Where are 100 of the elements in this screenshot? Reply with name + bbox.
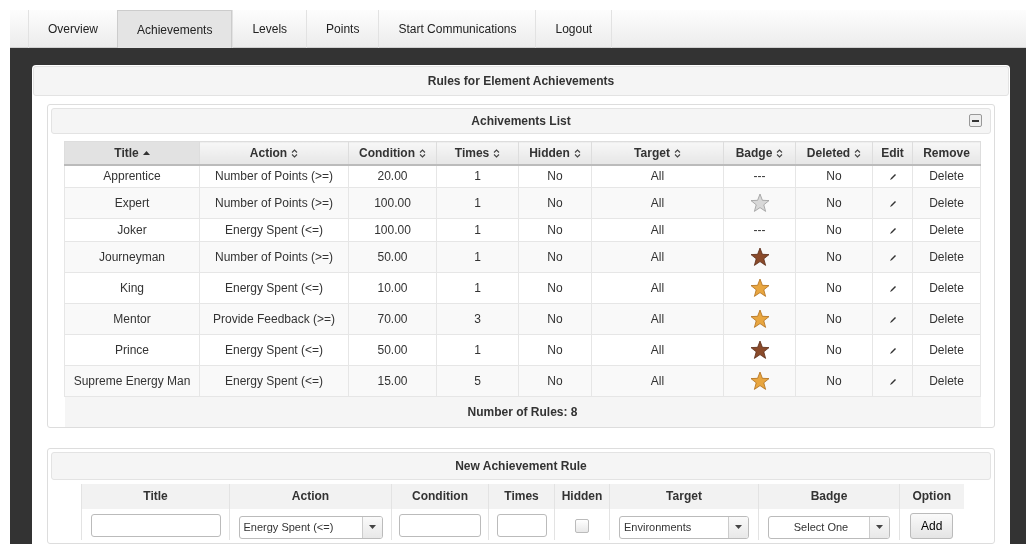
table-cell: Energy Spent (<=) <box>224 343 324 357</box>
table-cell: 50.00 <box>377 343 408 357</box>
minus-icon <box>972 119 979 122</box>
column-header: Times <box>504 489 539 503</box>
table-cell: 1 <box>474 169 481 184</box>
column-header: Option <box>912 489 952 503</box>
action-select[interactable]: Energy Spent (<=) <box>238 515 383 539</box>
add-button[interactable]: Add <box>910 512 954 539</box>
table-cell: No <box>826 250 842 264</box>
collapse-button[interactable] <box>969 114 982 127</box>
table-cell: No <box>826 223 842 237</box>
dropdown-caret-icon <box>876 525 883 529</box>
table-cell: Number of Points (>=) <box>214 169 334 184</box>
target-select[interactable]: Environments <box>619 515 749 539</box>
table-cell: No <box>826 374 842 388</box>
table-cell: Energy Spent (<=) <box>224 281 324 295</box>
table-cell: Provide Feedback (>=) <box>212 312 336 326</box>
sort-icon[interactable] <box>573 148 581 158</box>
table-cell: 20.00 <box>377 169 408 184</box>
table-cell: 15.00 <box>377 374 408 388</box>
table-cell: Joker <box>117 223 147 237</box>
badge-select[interactable]: Select One <box>768 515 890 539</box>
sort-ascending-icon[interactable] <box>142 150 150 155</box>
edit-pencil-icon[interactable] <box>888 226 897 235</box>
edit-pencil-icon[interactable] <box>888 199 897 208</box>
edit-pencil-icon[interactable] <box>888 284 897 293</box>
table-cell: Mentor <box>113 312 151 326</box>
table-cell: All <box>650 223 665 237</box>
rule-count: Number of Rules: 8 <box>64 396 981 427</box>
table-cell: 100.00 <box>374 223 411 237</box>
table-cell: All <box>650 312 665 326</box>
table-cell: No <box>826 312 842 326</box>
edit-pencil-icon[interactable] <box>888 173 897 182</box>
table-cell: 1 <box>474 250 481 264</box>
column-header: Action <box>291 489 330 503</box>
edit-pencil-icon[interactable] <box>888 253 897 262</box>
hidden-checkbox[interactable] <box>575 519 589 533</box>
sort-icon[interactable] <box>419 148 426 158</box>
table-cell: No <box>547 281 563 295</box>
column-header[interactable]: Title <box>114 145 139 160</box>
column-header[interactable]: Target <box>634 145 670 160</box>
table-cell: All <box>650 281 665 295</box>
table-cell: All <box>650 343 665 357</box>
table-cell: Apprentice <box>103 169 161 184</box>
table-cell: All <box>650 250 665 264</box>
edit-pencil-icon[interactable] <box>888 377 897 386</box>
table-cell: 100.00 <box>374 196 411 210</box>
sort-icon[interactable] <box>493 148 501 158</box>
times-field[interactable] <box>496 514 547 537</box>
table-cell: Supreme Energy Man <box>73 374 191 388</box>
table-cell: 70.00 <box>377 312 408 326</box>
table-cell: No <box>547 169 563 184</box>
column-header: Condition <box>412 489 468 503</box>
table-cell: Energy Spent (<=) <box>224 374 324 388</box>
nav-tab[interactable]: Achievements <box>117 10 233 48</box>
table-cell: Expert <box>114 196 150 210</box>
edit-pencil-icon[interactable] <box>888 315 897 324</box>
table-cell: No <box>547 196 563 210</box>
column-header: Remove <box>923 145 970 160</box>
sort-icon[interactable] <box>291 148 299 158</box>
table-cell: Number of Points (>=) <box>214 250 334 264</box>
table-cell: 1 <box>474 196 481 210</box>
table-cell: No <box>547 374 563 388</box>
sort-icon[interactable] <box>854 148 862 158</box>
table-cell: Prince <box>115 343 149 357</box>
column-header: Edit <box>881 145 904 160</box>
table-cell: 5 <box>474 374 481 388</box>
column-header: Badge <box>810 489 848 503</box>
list-title: Achivements List <box>471 114 571 128</box>
column-header: Hidden <box>561 489 603 503</box>
table-cell: No <box>826 343 842 357</box>
table-cell: No <box>547 223 563 237</box>
edit-pencil-icon[interactable] <box>888 346 897 355</box>
table-cell: No <box>547 250 563 264</box>
table-cell: No <box>826 169 842 184</box>
table-cell: Number of Points (>=) <box>214 196 334 210</box>
condition-field[interactable] <box>399 514 481 537</box>
dropdown-caret-icon <box>368 525 376 529</box>
sort-icon[interactable] <box>673 148 681 158</box>
table-cell: 1 <box>474 281 481 295</box>
no-badge-text: --- <box>753 223 766 237</box>
table-cell: 1 <box>474 223 481 237</box>
title-field[interactable] <box>90 514 221 537</box>
dropdown-caret-icon <box>735 525 742 529</box>
new-rule-title: New Achievement Rule <box>51 451 991 480</box>
no-badge-text: --- <box>753 169 766 184</box>
column-header[interactable]: Action <box>249 145 288 160</box>
table-cell: No <box>826 196 842 210</box>
column-header: Title <box>143 489 168 503</box>
table-cell: All <box>650 374 665 388</box>
sort-icon[interactable] <box>776 148 784 158</box>
table-cell: No <box>547 343 563 357</box>
table-cell: All <box>650 196 665 210</box>
table-cell: Energy Spent (<=) <box>224 223 324 237</box>
table-cell: No <box>826 281 842 295</box>
table-cell: King <box>120 281 144 295</box>
column-header: Target <box>666 489 702 503</box>
table-cell: 50.00 <box>377 250 408 264</box>
table-cell: No <box>547 312 563 326</box>
table-cell: Journeyman <box>98 250 165 264</box>
